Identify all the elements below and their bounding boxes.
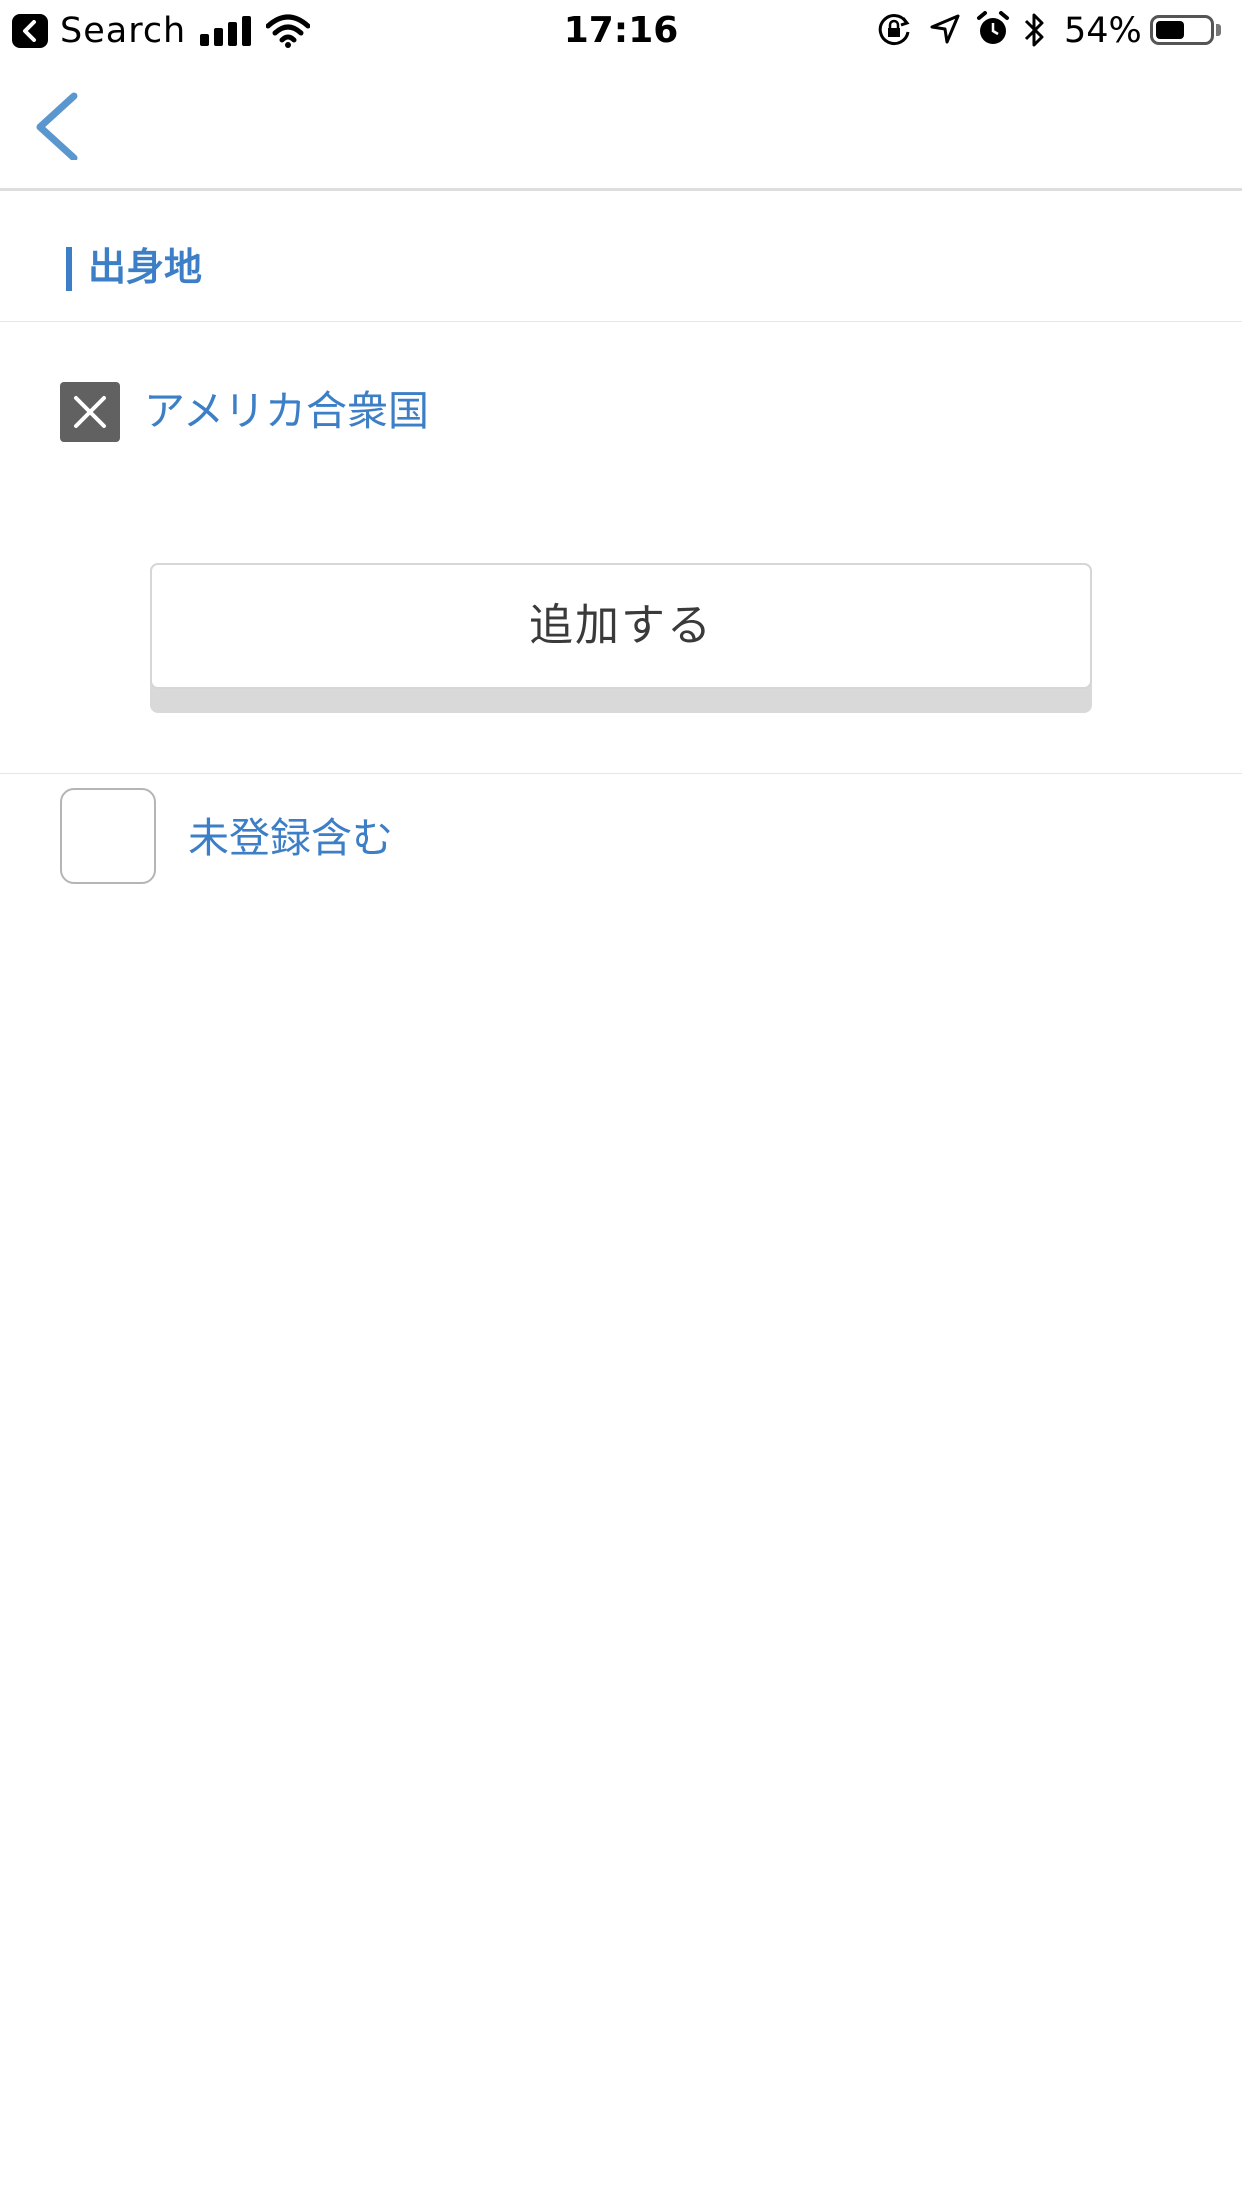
battery-icon <box>1150 15 1214 45</box>
search-filter-screen: Search 17:16 54% 出身地 アメリカ合衆国 追加する 未登録含む <box>0 0 1242 2208</box>
selected-item-label: アメリカ合衆国 <box>144 387 429 435</box>
clock-time: 17:16 <box>563 10 679 51</box>
battery-nub <box>1216 24 1221 36</box>
divider <box>0 773 1242 774</box>
bluetooth-icon <box>1024 13 1044 47</box>
close-icon <box>74 396 106 428</box>
navigation-bar <box>0 60 1242 191</box>
back-button[interactable] <box>26 90 86 162</box>
battery-percent: 54% <box>1064 11 1142 51</box>
include-unregistered-label[interactable]: 未登録含む <box>188 808 393 868</box>
battery-level-fill <box>1156 21 1184 39</box>
remove-selection-button[interactable] <box>60 382 120 442</box>
status-bar: Search 17:16 54% <box>0 0 1242 60</box>
chevron-left-icon <box>36 92 78 162</box>
section-title: 出身地 <box>88 245 203 289</box>
section-accent-bar <box>66 247 72 291</box>
add-button[interactable]: 追加する <box>150 563 1092 713</box>
location-icon <box>930 14 960 44</box>
section-header: 出身地 <box>0 191 1242 322</box>
orientation-lock-icon <box>878 14 910 46</box>
alarm-icon <box>977 11 1009 44</box>
add-button-label: 追加する <box>529 600 713 651</box>
include-unregistered-checkbox[interactable] <box>60 788 156 884</box>
